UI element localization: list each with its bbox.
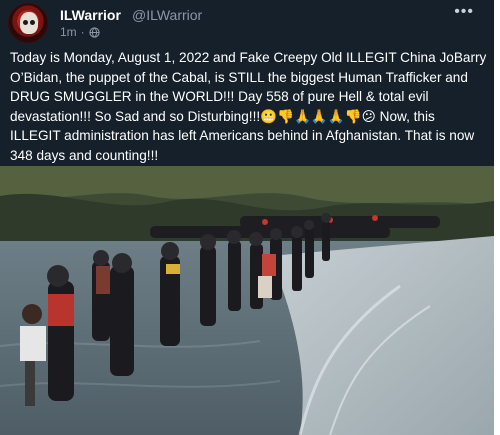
post-header: ILWarrior @ILWarrior 1m · ••• [8,3,482,43]
post-text: Today is Monday, August 1, 2022 and Fake… [10,50,491,163]
post-card: ILWarrior @ILWarrior 1m · ••• Today is M… [0,0,500,435]
avatar[interactable] [8,3,48,43]
user-handle[interactable]: @ILWarrior [132,7,202,23]
display-name[interactable]: ILWarrior [60,7,121,23]
post-meta: 1m · [60,25,100,39]
river-crossing-photo [0,166,494,435]
globe-icon [89,26,100,38]
post-time[interactable]: 1m [60,25,77,39]
more-options-button[interactable]: ••• [454,4,474,20]
post-image[interactable] [0,166,494,435]
